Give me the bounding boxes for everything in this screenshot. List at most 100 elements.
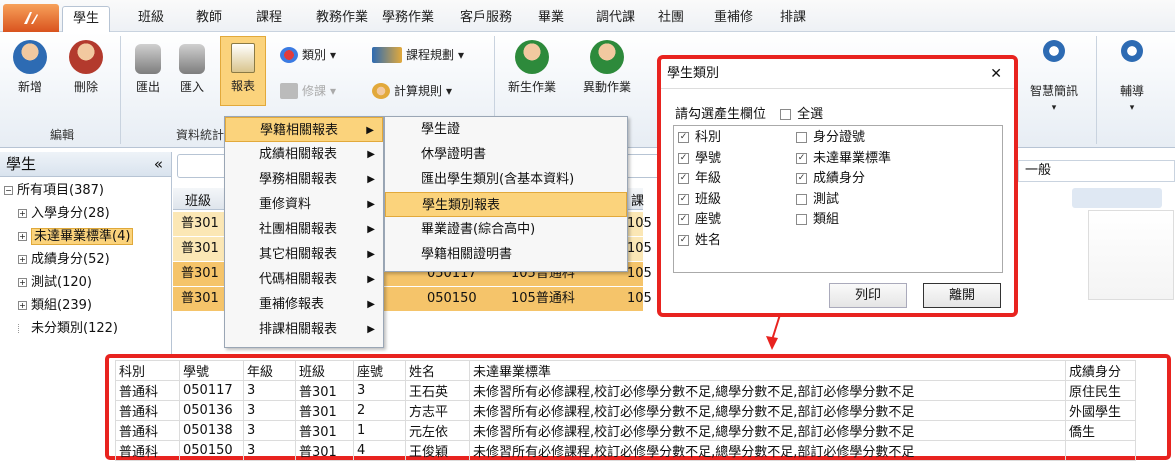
tab-7[interactable]: 畢業 xyxy=(528,6,574,32)
option-label: 座號 xyxy=(695,212,722,227)
tab-9[interactable]: 社團 xyxy=(648,6,694,32)
submenu-item-3[interactable]: 學生類別報表 xyxy=(385,192,627,217)
menu-item-7[interactable]: 重補修報表 ▶ xyxy=(225,292,383,317)
collapse-box-icon[interactable]: − xyxy=(4,186,13,195)
result-cell: 普301 xyxy=(295,400,354,421)
expand-box-icon[interactable]: + xyxy=(18,301,27,310)
new-student-button[interactable]: 新生作業 xyxy=(502,40,562,95)
left-option[interactable]: 座號 xyxy=(678,210,721,231)
tab-6[interactable]: 客戶服務 xyxy=(450,6,522,32)
option-checkbox[interactable] xyxy=(796,173,807,184)
tree-item[interactable]: + 成績身分(52) xyxy=(4,248,171,271)
option-checkbox[interactable] xyxy=(678,173,689,184)
menu-item-6[interactable]: 代碼相關報表 ▶ xyxy=(225,267,383,292)
expand-box-icon[interactable]: + xyxy=(18,209,27,218)
option-label: 身分證號 xyxy=(813,130,866,145)
menu-item-3[interactable]: 重修資料 ▶ xyxy=(225,192,383,217)
left-option[interactable]: 年級 xyxy=(678,169,721,190)
tree-item[interactable]: + 入學身分(28) xyxy=(4,202,171,225)
tree-item[interactable]: + 類組(239) xyxy=(4,294,171,317)
tab-general[interactable]: 一般 xyxy=(1018,160,1175,182)
option-checkbox[interactable] xyxy=(678,152,689,164)
menu-item-4[interactable]: 社團相關報表 ▶ xyxy=(225,217,383,242)
option-checkbox[interactable] xyxy=(796,132,807,143)
option-checkbox[interactable] xyxy=(796,152,807,164)
add-student-button[interactable]: 新增 xyxy=(8,40,52,95)
left-option[interactable]: 姓名 xyxy=(678,231,721,252)
tree-item-label: 測試(120) xyxy=(31,275,92,290)
tab-10[interactable]: 重補修 xyxy=(704,6,763,32)
option-checkbox[interactable] xyxy=(796,193,807,205)
grid-cell-dept: 105普通科 xyxy=(511,291,575,306)
submenu-item-1[interactable]: 休學證明書 xyxy=(385,142,627,167)
submenu-item-0[interactable]: 學生證 xyxy=(385,117,627,142)
retake-book-icon xyxy=(280,82,298,99)
result-cell: 普301 xyxy=(295,420,354,441)
tab-2[interactable]: 教師 xyxy=(186,6,232,32)
report-button[interactable]: 報表 xyxy=(220,36,266,106)
tab-8[interactable]: 調代課 xyxy=(586,6,645,32)
tab-1[interactable]: 班級 xyxy=(128,6,174,32)
tab-11[interactable]: 排課 xyxy=(770,6,816,32)
app-menu-button[interactable] xyxy=(3,4,59,32)
tab-4[interactable]: 教務作業 xyxy=(306,6,378,32)
submenu-item-2[interactable]: 匯出學生類別(含基本資料) xyxy=(385,167,627,192)
tree-item[interactable]: 未分類別(122) xyxy=(4,317,171,340)
export-button[interactable]: 匯出 xyxy=(128,44,168,95)
chevron-right-icon: ▶ xyxy=(367,224,375,235)
result-cell: 僑生 xyxy=(1065,420,1136,441)
transfer-button[interactable]: 異動作業 xyxy=(574,40,640,95)
right-tab-strip xyxy=(1072,188,1162,208)
menu-item-5[interactable]: 其它相關報表 ▶ xyxy=(225,242,383,267)
expand-box-icon[interactable]: + xyxy=(18,255,27,264)
menu-item-8[interactable]: 排課相關報表 ▶ xyxy=(225,317,383,342)
left-option[interactable]: 班級 xyxy=(678,190,721,211)
submenu-item-5[interactable]: 學籍相關證明書 xyxy=(385,242,627,267)
left-option[interactable]: 科別 xyxy=(678,128,721,149)
select-all-checkbox[interactable] xyxy=(780,109,792,120)
close-icon[interactable]: ✕ xyxy=(990,59,1002,89)
retake-button[interactable]: 修課 ▾ xyxy=(280,82,336,99)
import-button[interactable]: 匯入 xyxy=(172,44,212,95)
tab-0[interactable]: 學生 xyxy=(62,6,111,32)
result-cell xyxy=(1065,440,1136,461)
result-cell: 未修習所有必修課程,校訂必修學分數不足,總學分數不足,部訂必修學分數不足 xyxy=(469,440,1066,461)
tree-root[interactable]: − 所有項目(387) xyxy=(4,179,171,202)
option-checkbox[interactable] xyxy=(796,214,807,225)
right-option[interactable]: 成績身分 xyxy=(796,169,891,190)
delete-student-button[interactable]: 刪除 xyxy=(64,40,108,95)
right-option[interactable]: 測試 xyxy=(796,190,891,211)
print-button[interactable]: 列印 xyxy=(829,283,907,308)
right-option[interactable]: 類組 xyxy=(796,210,891,231)
category-button[interactable]: 類別 ▾ xyxy=(280,46,336,63)
calc-rule-button[interactable]: 計算規則 ▾ xyxy=(372,82,452,99)
result-cell: 方志平 xyxy=(405,400,470,421)
expand-box-icon[interactable]: + xyxy=(18,278,27,287)
menu-item-1[interactable]: 成績相關報表 ▶ xyxy=(225,142,383,167)
tab-5[interactable]: 學務作業 xyxy=(372,6,444,32)
submenu-item-4[interactable]: 畢業證書(綜合高中) xyxy=(385,217,627,242)
tree-item[interactable]: + 測試(120) xyxy=(4,271,171,294)
collapse-icon[interactable]: « xyxy=(154,152,163,176)
course-plan-button[interactable]: 課程規劃 ▾ xyxy=(372,46,464,63)
option-checkbox[interactable] xyxy=(678,193,689,205)
right-option[interactable]: 未達畢業標準 xyxy=(796,149,891,170)
chevron-right-icon: ▶ xyxy=(367,174,375,185)
tree-item[interactable]: + 未達畢業標準(4) xyxy=(4,225,171,248)
leave-button[interactable]: 離開 xyxy=(923,283,1001,308)
option-checkbox[interactable] xyxy=(678,132,689,143)
menu-item-0[interactable]: 學籍相關報表 ▶ xyxy=(225,117,383,142)
right-option[interactable]: 身分證號 xyxy=(796,128,891,149)
result-report-table: 科別 學號 年級 班級 座號 姓名 未達畢業標準 成績身分 普通科 050117 3 普301 3 王石… xyxy=(105,354,1171,461)
tutoring-button[interactable]: 輔導 ▾ xyxy=(1110,40,1154,113)
left-option[interactable]: 學號 xyxy=(678,149,721,170)
expand-box-icon[interactable]: + xyxy=(18,232,27,241)
dialog-title: 學生類別 xyxy=(667,66,720,81)
result-header-cell: 姓名 xyxy=(405,360,470,381)
smart-sms-button[interactable]: 智慧簡訊 ▾ xyxy=(1024,40,1084,113)
menu-item-2[interactable]: 學務相關報表 ▶ xyxy=(225,167,383,192)
option-checkbox[interactable] xyxy=(678,214,689,225)
tab-3[interactable]: 課程 xyxy=(246,6,292,32)
select-all-label: 全選 xyxy=(797,107,824,122)
option-checkbox[interactable] xyxy=(678,234,689,246)
